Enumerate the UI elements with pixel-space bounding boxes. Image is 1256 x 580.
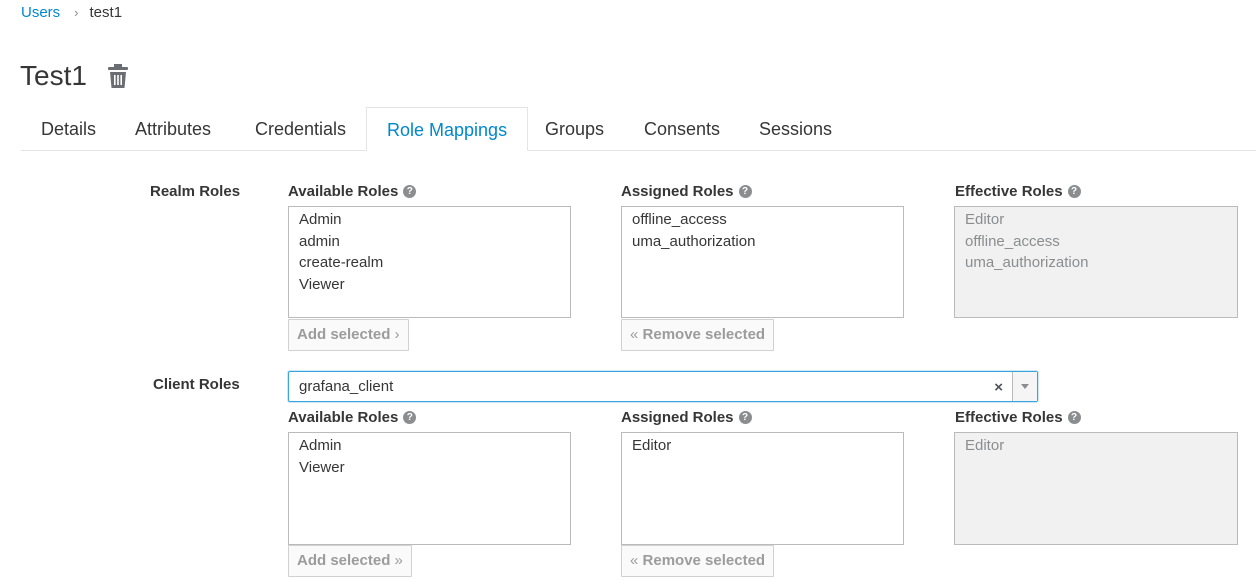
help-icon[interactable]: ? [1067,185,1081,198]
tab-attributes[interactable]: Attributes [115,107,231,150]
realm-effective-roles-title: Effective Roles [955,183,1063,200]
list-item[interactable]: create-realm [299,252,560,274]
list-item[interactable]: admin [299,231,560,253]
realm-roles-label: Realm Roles [150,183,241,200]
help-icon[interactable]: ? [738,411,752,424]
tab-bar: Details Attributes Credentials Role Mapp… [21,107,1256,151]
realm-assigned-roles-header: Assigned Roles ? [621,183,752,200]
list-item[interactable]: Admin [299,209,560,231]
double-chevron-left-icon: « [630,326,639,343]
client-available-roles-title: Available Roles [288,409,399,426]
list-item[interactable]: Admin [299,435,560,457]
dropdown-toggle[interactable] [1012,372,1037,401]
list-item[interactable]: offline_access [632,209,893,231]
client-assigned-roles-list[interactable]: Editor [621,432,904,545]
chevron-right-icon: › [394,326,400,343]
realm-remove-selected-button[interactable]: « Remove selected [621,319,775,351]
tab-consents[interactable]: Consents [624,107,740,150]
list-item[interactable]: Viewer [299,274,560,296]
client-assigned-roles-title: Assigned Roles [621,409,734,426]
chevron-right-icon: › [74,5,79,20]
breadcrumb-current: test1 [89,4,123,21]
caret-down-icon [1021,384,1029,389]
list-item: offline_access [965,232,1060,250]
realm-assigned-roles-title: Assigned Roles [621,183,734,200]
client-available-roles-list[interactable]: Admin Viewer [288,432,571,545]
breadcrumb-users-link[interactable]: Users [21,4,60,21]
client-available-roles-header: Available Roles ? [288,409,417,426]
client-effective-roles-header: Effective Roles ? [955,409,1081,426]
double-chevron-right-icon: » [394,552,403,569]
double-chevron-left-icon: « [630,552,639,569]
tab-credentials[interactable]: Credentials [235,107,366,150]
tab-sessions[interactable]: Sessions [739,107,852,150]
list-item[interactable]: uma_authorization [632,231,893,253]
add-selected-label: Add selected [297,552,391,569]
remove-selected-label: Remove selected [642,326,766,343]
tab-groups[interactable]: Groups [525,107,624,150]
client-effective-roles-list: Editor [954,432,1238,545]
realm-add-selected-button[interactable]: Add selected › [288,319,409,351]
list-item[interactable]: Viewer [299,457,560,479]
realm-effective-roles-list: Editor offline_access uma_authorization [954,206,1238,318]
help-icon[interactable]: ? [1067,411,1081,424]
help-icon[interactable]: ? [738,185,752,198]
page-header: Test1 [20,60,129,92]
client-add-selected-button[interactable]: Add selected » [288,545,412,577]
client-effective-roles-title: Effective Roles [955,409,1063,426]
list-item: uma_authorization [965,254,1089,271]
tab-details[interactable]: Details [21,107,116,150]
client-roles-label: Client Roles [153,376,240,393]
list-item[interactable]: Editor [632,435,893,457]
clear-icon[interactable]: × [994,372,1003,403]
help-icon[interactable]: ? [403,185,417,198]
list-item: Editor [965,211,1005,228]
client-remove-selected-button[interactable]: « Remove selected [621,545,775,577]
trash-icon[interactable] [107,63,129,89]
realm-effective-roles-header: Effective Roles ? [955,183,1081,200]
page-title: Test1 [20,60,87,91]
realm-available-roles-header: Available Roles ? [288,183,417,200]
client-select[interactable]: grafana_client × [288,371,1038,402]
remove-selected-label: Remove selected [642,552,766,569]
breadcrumb: Users › test1 [21,4,122,21]
add-selected-label: Add selected [297,326,391,343]
tab-role-mappings[interactable]: Role Mappings [366,107,529,151]
realm-available-roles-title: Available Roles [288,183,399,200]
realm-assigned-roles-list[interactable]: offline_access uma_authorization [621,206,904,318]
client-assigned-roles-header: Assigned Roles ? [621,409,752,426]
client-select-value: grafana_client [299,378,394,395]
help-icon[interactable]: ? [403,411,417,424]
list-item: Editor [965,437,1005,454]
realm-available-roles-list[interactable]: Admin admin create-realm Viewer [288,206,571,318]
